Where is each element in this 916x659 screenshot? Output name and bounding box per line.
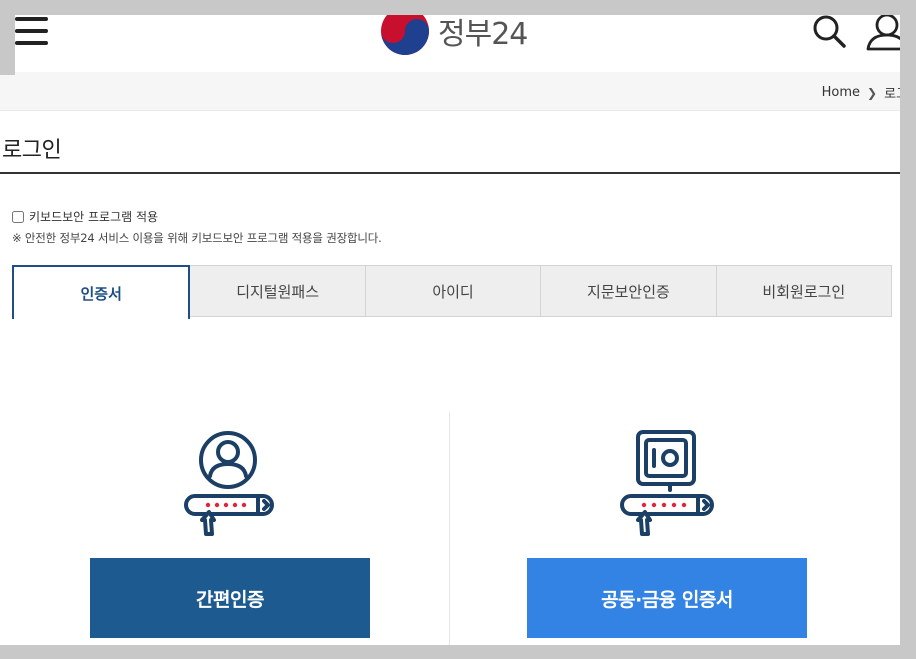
page: 정부24 Home ❯ 로그인 로그인 키보드보안 프로그램 적용 ※ 안전한 … (0, 0, 900, 645)
tab-digital-onepass[interactable]: 디지털원패스 (190, 265, 366, 317)
search-icon[interactable] (812, 14, 846, 48)
chevron-right-icon: ❯ (867, 85, 878, 100)
options-divider (449, 412, 450, 645)
user-icon[interactable] (866, 13, 900, 51)
breadcrumb-bar: Home ❯ 로그인 (0, 72, 900, 111)
keyboard-security-label[interactable]: 키보드보안 프로그램 적용 (29, 208, 158, 225)
hamburger-menu-icon[interactable] (15, 17, 48, 45)
tab-non-member[interactable]: 비회원로그인 (716, 265, 893, 317)
tab-id[interactable]: 아이디 (365, 265, 542, 317)
breadcrumb: Home ❯ 로그인 (822, 83, 900, 102)
breadcrumb-home[interactable]: Home (822, 85, 860, 100)
window-frame-left (0, 15, 15, 75)
title-divider (0, 172, 900, 174)
page-title: 로그인 (2, 138, 62, 163)
breadcrumb-current: 로그인 (884, 87, 900, 102)
safe-password-icon (620, 430, 714, 536)
keyboard-security-row: 키보드보안 프로그램 적용 (12, 208, 158, 225)
simple-auth-button[interactable]: 간편인증 (90, 558, 370, 638)
tab-fingerprint[interactable]: 지문보안인증 (541, 265, 717, 317)
tab-certificate[interactable]: 인증서 (12, 265, 191, 319)
window-frame-top (0, 0, 916, 15)
logo-text: 정부24 (438, 17, 528, 52)
login-tabs: 인증서 디지털원패스 아이디 지문보안인증 비회원로그인 (12, 265, 893, 319)
keyboard-security-note: ※ 안전한 정부24 서비스 이용을 위해 키보드보안 프로그램 적용을 권장합… (12, 231, 382, 245)
person-password-icon (184, 431, 274, 536)
joint-financial-cert-button[interactable]: 공동·금융 인증서 (527, 558, 807, 638)
keyboard-security-checkbox[interactable] (12, 210, 24, 223)
